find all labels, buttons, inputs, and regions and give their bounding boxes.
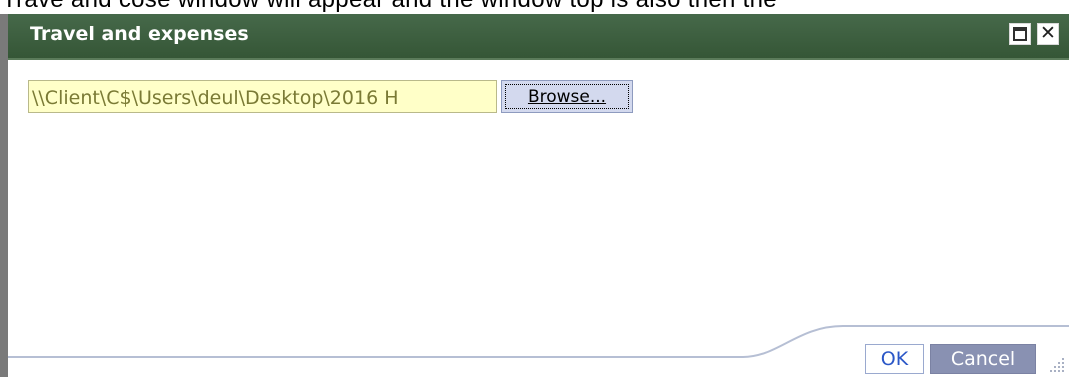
close-icon: ✕ [1040, 22, 1056, 44]
file-path-input[interactable] [28, 80, 497, 113]
travel-expenses-dialog: Travel and expenses ✕ Browse... OK Cance… [8, 14, 1069, 377]
browse-button-label: Browse... [505, 84, 629, 109]
dialog-titlebar[interactable]: Travel and expenses ✕ [8, 14, 1069, 60]
background-text-strip: Trave and cose window will appear and th… [0, 0, 1069, 14]
maximize-button[interactable] [1009, 23, 1031, 45]
screen: Trave and cose window will appear and th… [0, 0, 1069, 377]
close-button[interactable]: ✕ [1037, 22, 1059, 45]
background-text: Trave and cose window will appear and th… [2, 0, 777, 14]
ok-button[interactable]: OK [865, 344, 924, 374]
browse-button[interactable]: Browse... [501, 80, 633, 113]
dialog-title: Travel and expenses [30, 23, 249, 45]
left-window-edge [0, 14, 8, 377]
cancel-button[interactable]: Cancel [930, 344, 1036, 374]
maximize-icon [1013, 27, 1027, 41]
resize-grip-icon[interactable] [1046, 354, 1066, 374]
